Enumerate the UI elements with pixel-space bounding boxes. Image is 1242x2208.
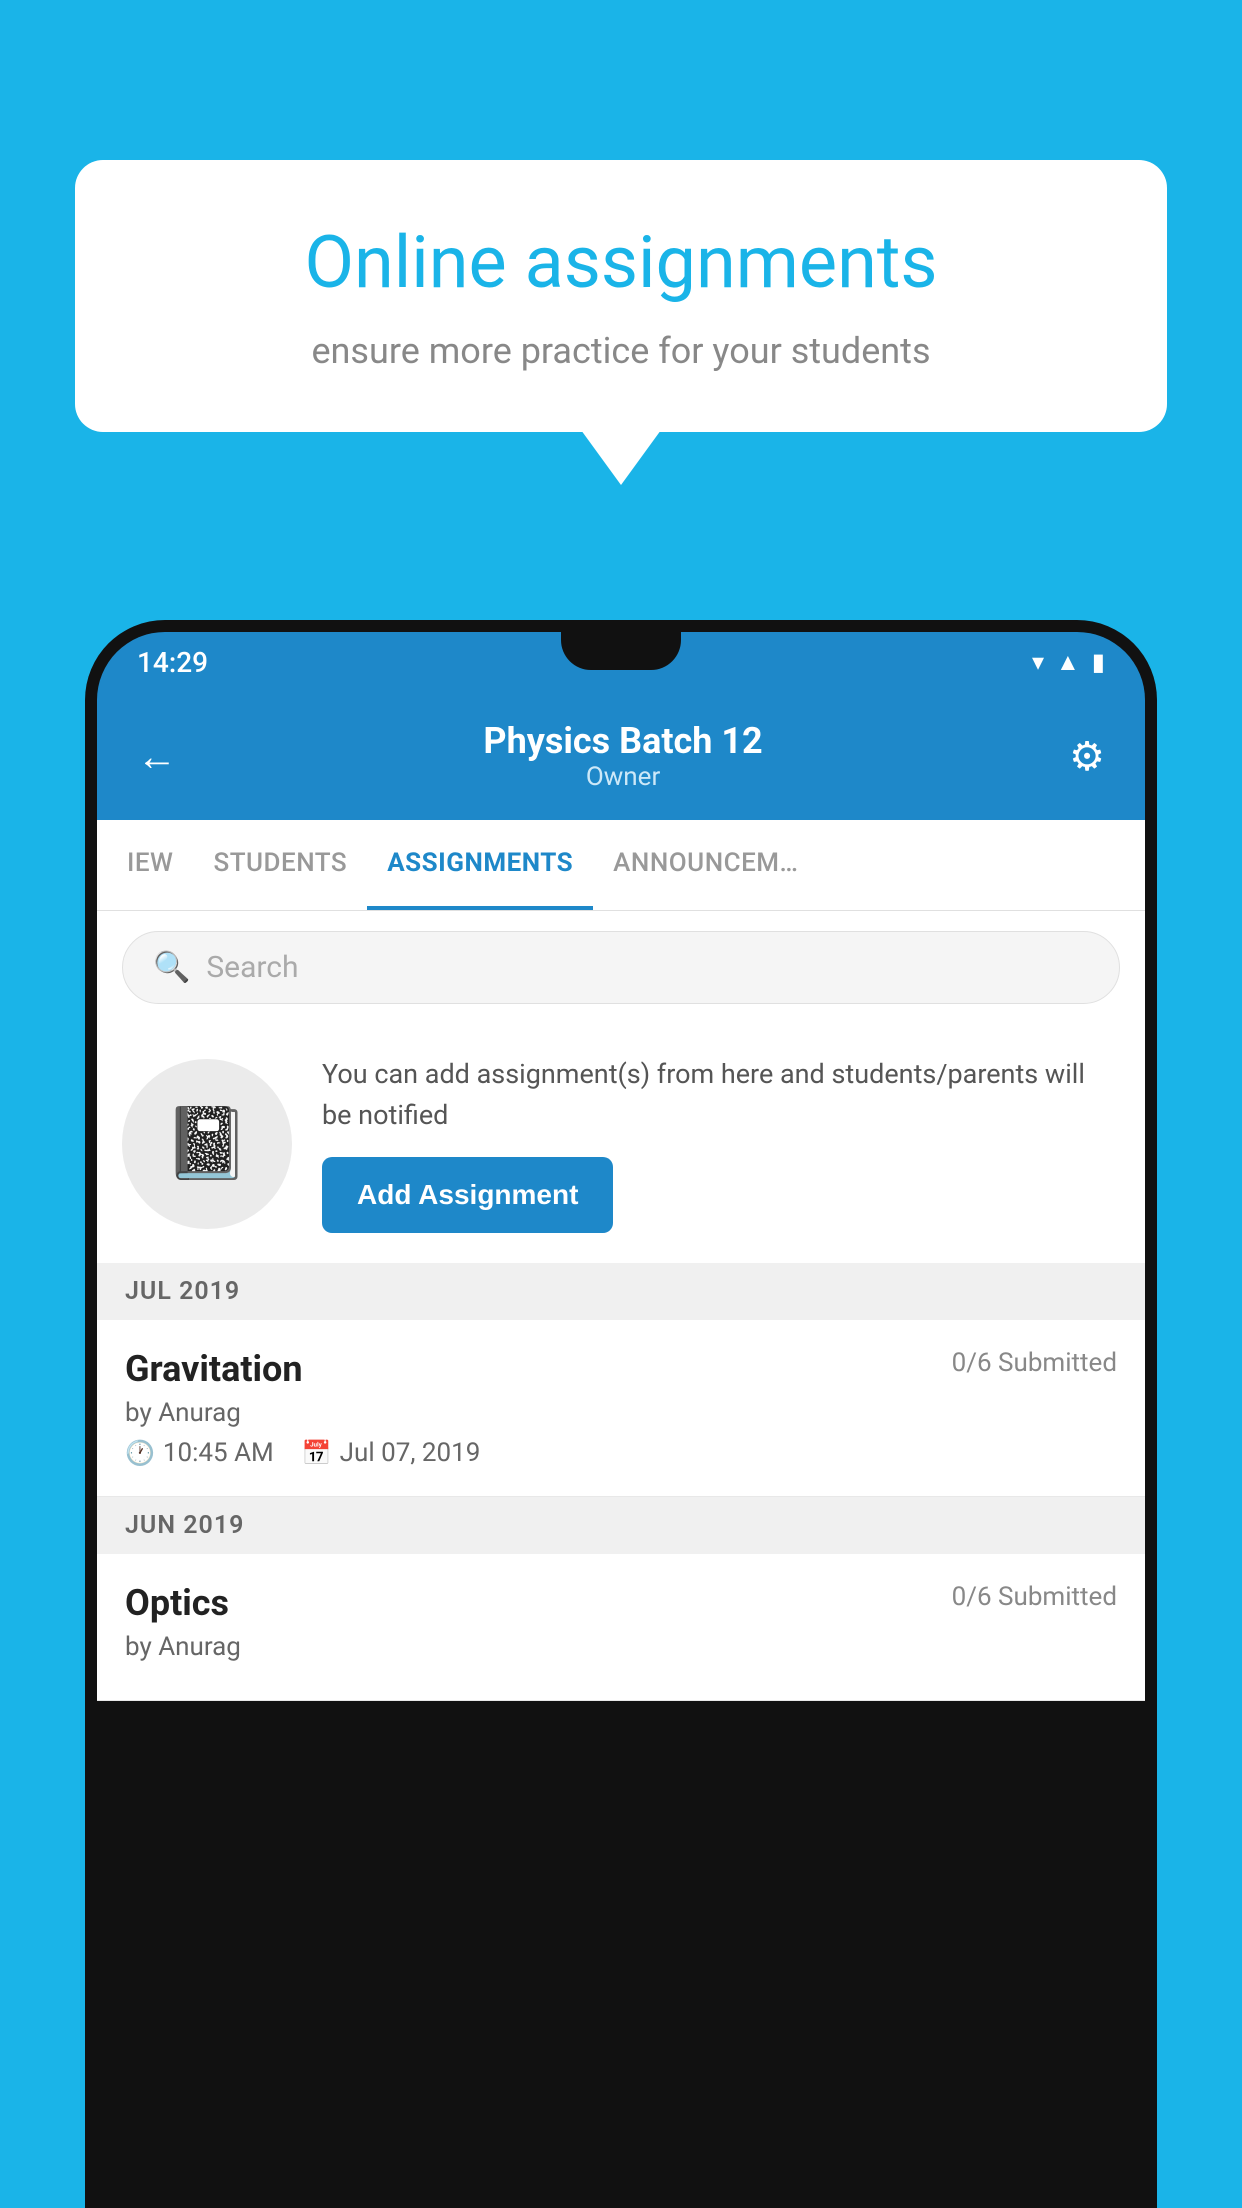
promo-text-block: You can add assignment(s) from here and … (322, 1054, 1120, 1233)
assignment-item-gravitation[interactable]: Gravitation 0/6 Submitted by Anurag 🕐 10… (97, 1320, 1145, 1497)
assignment-time-item: 🕐 10:45 AM (125, 1438, 274, 1468)
section-month-label-jun: JUN 2019 (125, 1511, 244, 1540)
phone-inner: 14:29 ▾ ▲ ▮ ← Physics Batch 12 Owner ⚙ I… (97, 632, 1145, 2208)
app-header: ← Physics Batch 12 Owner ⚙ (97, 692, 1145, 820)
assignment-by: by Anurag (125, 1398, 1117, 1428)
promo-description: You can add assignment(s) from here and … (322, 1054, 1120, 1135)
assignment-submitted: 0/6 Submitted (952, 1348, 1117, 1378)
tabs-bar: IEW STUDENTS ASSIGNMENTS ANNOUNCEM… (97, 820, 1145, 911)
wifi-icon: ▾ (1032, 648, 1044, 676)
clock-icon: 🕐 (125, 1439, 155, 1467)
speech-bubble-title: Online assignments (145, 220, 1097, 306)
optics-by: by Anurag (125, 1632, 1117, 1662)
gear-icon[interactable]: ⚙ (1069, 733, 1105, 780)
speech-bubble: Online assignments ensure more practice … (75, 160, 1167, 432)
phone-frame: 14:29 ▾ ▲ ▮ ← Physics Batch 12 Owner ⚙ I… (85, 620, 1157, 2208)
app-content: 🔍 Search 📓 You can add assignment(s) fro… (97, 911, 1145, 1701)
tab-announcements[interactable]: ANNOUNCEM… (593, 820, 818, 910)
assignment-date-item: 📅 Jul 07, 2019 (302, 1438, 481, 1468)
search-icon: 🔍 (153, 950, 190, 985)
status-bar: 14:29 ▾ ▲ ▮ (97, 632, 1145, 692)
speech-bubble-subtitle: ensure more practice for your students (145, 330, 1097, 372)
optics-row-top: Optics 0/6 Submitted (125, 1582, 1117, 1624)
back-button[interactable]: ← (137, 733, 177, 780)
header-title: Physics Batch 12 (177, 720, 1069, 762)
optics-name: Optics (125, 1582, 229, 1624)
assignment-meta: 🕐 10:45 AM 📅 Jul 07, 2019 (125, 1438, 1117, 1468)
battery-icon: ▮ (1092, 648, 1105, 676)
search-bar[interactable]: 🔍 Search (122, 931, 1120, 1004)
notch (561, 632, 681, 670)
assignment-date: Jul 07, 2019 (340, 1438, 481, 1468)
assignment-item-optics[interactable]: Optics 0/6 Submitted by Anurag (97, 1554, 1145, 1701)
promo-icon-circle: 📓 (122, 1059, 292, 1229)
tab-iew[interactable]: IEW (107, 820, 193, 910)
search-bar-container: 🔍 Search (97, 911, 1145, 1024)
promo-section: 📓 You can add assignment(s) from here an… (97, 1024, 1145, 1263)
optics-submitted: 0/6 Submitted (952, 1582, 1117, 1612)
section-month-label: JUL 2019 (125, 1277, 240, 1306)
speech-bubble-arrow (581, 430, 661, 485)
header-subtitle: Owner (177, 762, 1069, 792)
calendar-icon: 📅 (302, 1439, 332, 1467)
status-icons: ▾ ▲ ▮ (1032, 648, 1105, 677)
speech-bubble-container: Online assignments ensure more practice … (75, 160, 1167, 485)
status-time: 14:29 (137, 646, 208, 679)
tab-students[interactable]: STUDENTS (193, 820, 367, 910)
search-placeholder: Search (206, 950, 298, 985)
section-jul-2019: JUL 2019 (97, 1263, 1145, 1320)
assignment-name: Gravitation (125, 1348, 303, 1390)
section-jun-2019: JUN 2019 (97, 1497, 1145, 1554)
header-title-block: Physics Batch 12 Owner (177, 720, 1069, 792)
assignment-time: 10:45 AM (163, 1438, 274, 1468)
assignment-row-top: Gravitation 0/6 Submitted (125, 1348, 1117, 1390)
signal-icon: ▲ (1056, 648, 1080, 677)
tab-assignments[interactable]: ASSIGNMENTS (367, 820, 593, 910)
notebook-icon: 📓 (163, 1103, 250, 1185)
add-assignment-button[interactable]: Add Assignment (322, 1157, 613, 1233)
